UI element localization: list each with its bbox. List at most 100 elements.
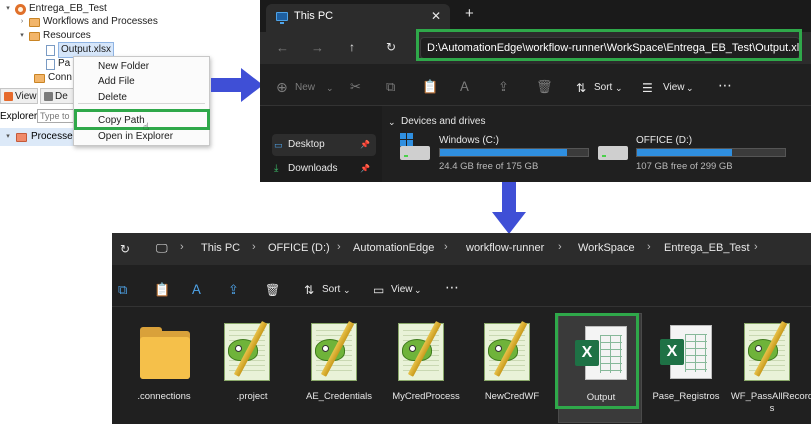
new-plus-icon[interactable]: ⊕	[276, 80, 288, 94]
sidebar-item-desktop[interactable]: ▭ Desktop 📌	[272, 134, 376, 156]
sort-button[interactable]: Sort	[594, 82, 612, 93]
copy-path-highlight	[74, 109, 210, 130]
tree-item-workflows[interactable]: › Workflows and Processes	[18, 15, 158, 29]
more-options-icon[interactable]: ⋯	[718, 78, 732, 92]
context-menu: New Folder Add File Delete Copy Path Ope…	[73, 56, 210, 146]
download-icon: ⤓	[274, 163, 279, 174]
sort-icon: ⇅	[576, 81, 587, 95]
drive-c-free: 24.4 GB free of 175 GB	[439, 161, 539, 172]
breadcrumb-item[interactable]: workflow-runner	[466, 242, 544, 254]
tree-item-resources[interactable]: ▾ Resources	[18, 29, 91, 43]
tree-item-partial[interactable]: Pa	[46, 57, 70, 71]
file-item-project[interactable]: .project	[210, 313, 294, 423]
close-tab-icon[interactable]: ✕	[431, 9, 441, 23]
share-icon[interactable]: ⇪	[498, 80, 509, 94]
sort-icon: ⇅	[304, 283, 315, 297]
windows-logo-icon	[400, 133, 414, 147]
cut-icon[interactable]: ✂	[350, 80, 361, 94]
chevron-right-icon: ›	[252, 241, 256, 253]
drive-d-free: 107 GB free of 299 GB	[636, 161, 733, 172]
file-icon	[46, 58, 55, 70]
tree-item-label: Conn	[48, 72, 72, 83]
tab-partial[interactable]: De	[40, 88, 74, 104]
menu-separator	[78, 103, 205, 104]
mouse-cursor-icon: ☝	[143, 122, 150, 133]
view-icon	[4, 92, 13, 101]
notepad-plus-plus-icon	[484, 321, 542, 383]
copy-icon[interactable]: ⧉	[118, 283, 127, 297]
back-arrow-icon[interactable]: ←	[276, 41, 289, 55]
file-item-wf-passallrecords[interactable]: WF_PassAllRecords	[730, 313, 811, 423]
explorer-window-this-pc: This PC ✕ + ← → ↑ ↻ D:\AutomationEdge\wo…	[260, 0, 811, 182]
file-item-ae-credentials[interactable]: AE_Credentials	[297, 313, 381, 423]
file-name: WF_PassAllRecords	[730, 391, 811, 414]
new-tab-icon[interactable]: +	[465, 6, 474, 21]
breadcrumb-item[interactable]: This PC	[201, 242, 240, 254]
drive-d-icon	[598, 146, 628, 160]
view-button[interactable]: View	[663, 82, 685, 93]
new-button[interactable]: New	[295, 82, 315, 93]
share-icon[interactable]: ⇪	[228, 283, 239, 297]
tab-view[interactable]: View	[0, 88, 38, 104]
view-button[interactable]: View	[391, 284, 413, 295]
processes-item[interactable]: ▾ Processe	[0, 128, 80, 146]
folder-icon	[29, 17, 40, 27]
file-item-mycredprocess[interactable]: MyCredProcess	[384, 313, 468, 423]
file-item-pase-registros[interactable]: X Pase_Registros	[644, 313, 728, 423]
menu-item-open-in-explorer[interactable]: Open in Explorer	[98, 130, 173, 144]
file-name: .project	[236, 391, 268, 402]
drive-c-usage-bar	[439, 148, 589, 157]
copy-icon[interactable]: ⧉	[386, 80, 395, 94]
menu-item-new-folder[interactable]: New Folder	[98, 60, 149, 74]
sort-button[interactable]: Sort	[322, 284, 340, 295]
sidebar-item-downloads[interactable]: ⤓ Downloads 📌	[272, 158, 376, 180]
refresh-icon[interactable]: ↻	[386, 40, 396, 54]
tab-label: De	[55, 91, 68, 102]
explorer-label: Explorer	[0, 110, 38, 122]
rename-icon[interactable]: Ａ	[458, 80, 471, 94]
section-title: Devices and drives	[401, 116, 486, 127]
file-name: .connections	[137, 391, 191, 402]
explorer-window-folder: ↻ 🖵 › This PC › OFFICE (D:) › Automation…	[112, 233, 811, 424]
tree-item-output-file[interactable]: Output.xlsx	[46, 42, 115, 58]
breadcrumb-item[interactable]: WorkSpace	[578, 242, 635, 254]
paste-icon[interactable]: 📋	[154, 283, 170, 297]
chevron-down-icon: ⌄	[343, 285, 351, 295]
filter-input[interactable]: Type to	[37, 109, 77, 123]
menu-item-add-file[interactable]: Add File	[98, 75, 135, 89]
chevron-down-icon[interactable]: ▾	[4, 2, 12, 16]
chevron-down-icon[interactable]: ▾	[18, 29, 26, 43]
view-icon: ☰	[642, 81, 653, 95]
file-name: AE_Credentials	[305, 391, 372, 402]
delete-icon[interactable]: 🗑	[265, 283, 280, 297]
drive-d-usage-fill	[637, 149, 732, 156]
more-options-icon[interactable]: ⋯	[445, 280, 459, 294]
delete-icon[interactable]: 🗑	[536, 80, 553, 94]
chevron-right-icon[interactable]: ›	[18, 15, 26, 29]
chevron-down-icon[interactable]: ⌄	[388, 115, 396, 129]
tree-item-label: Pa	[58, 58, 71, 69]
folder-icon	[29, 31, 40, 41]
chevron-right-icon: ›	[180, 241, 184, 253]
refresh-icon[interactable]: ↻	[120, 242, 130, 256]
tree-item-connections[interactable]: Conn	[34, 71, 72, 85]
file-name: Pase_Registros	[652, 391, 720, 402]
folder-icon	[140, 327, 190, 379]
breadcrumb-item[interactable]: Entrega_EB_Test	[664, 242, 750, 254]
tab-icon	[44, 92, 53, 101]
breadcrumb-item[interactable]: OFFICE (D:)	[268, 242, 330, 254]
file-item-newcredwf[interactable]: NewCredWF	[470, 313, 554, 423]
breadcrumb-item[interactable]: AutomationEdge	[353, 242, 434, 254]
paste-icon[interactable]: 📋	[422, 80, 438, 94]
sidebar-item-label: Desktop	[288, 139, 325, 150]
forward-arrow-icon[interactable]: →	[311, 41, 324, 55]
up-arrow-icon[interactable]: ↑	[349, 40, 355, 54]
chevron-right-icon: ›	[647, 241, 651, 253]
notepad-plus-plus-icon	[311, 321, 369, 383]
chevron-down-icon[interactable]: ▾	[4, 128, 12, 146]
notepad-plus-plus-icon	[744, 321, 802, 383]
file-item-connections[interactable]: .connections	[122, 313, 206, 423]
chevron-down-icon: ⌄	[686, 83, 694, 93]
tree-item-project[interactable]: ▾ Entrega_EB_Test	[4, 2, 107, 16]
rename-icon[interactable]: Ａ	[190, 283, 203, 297]
